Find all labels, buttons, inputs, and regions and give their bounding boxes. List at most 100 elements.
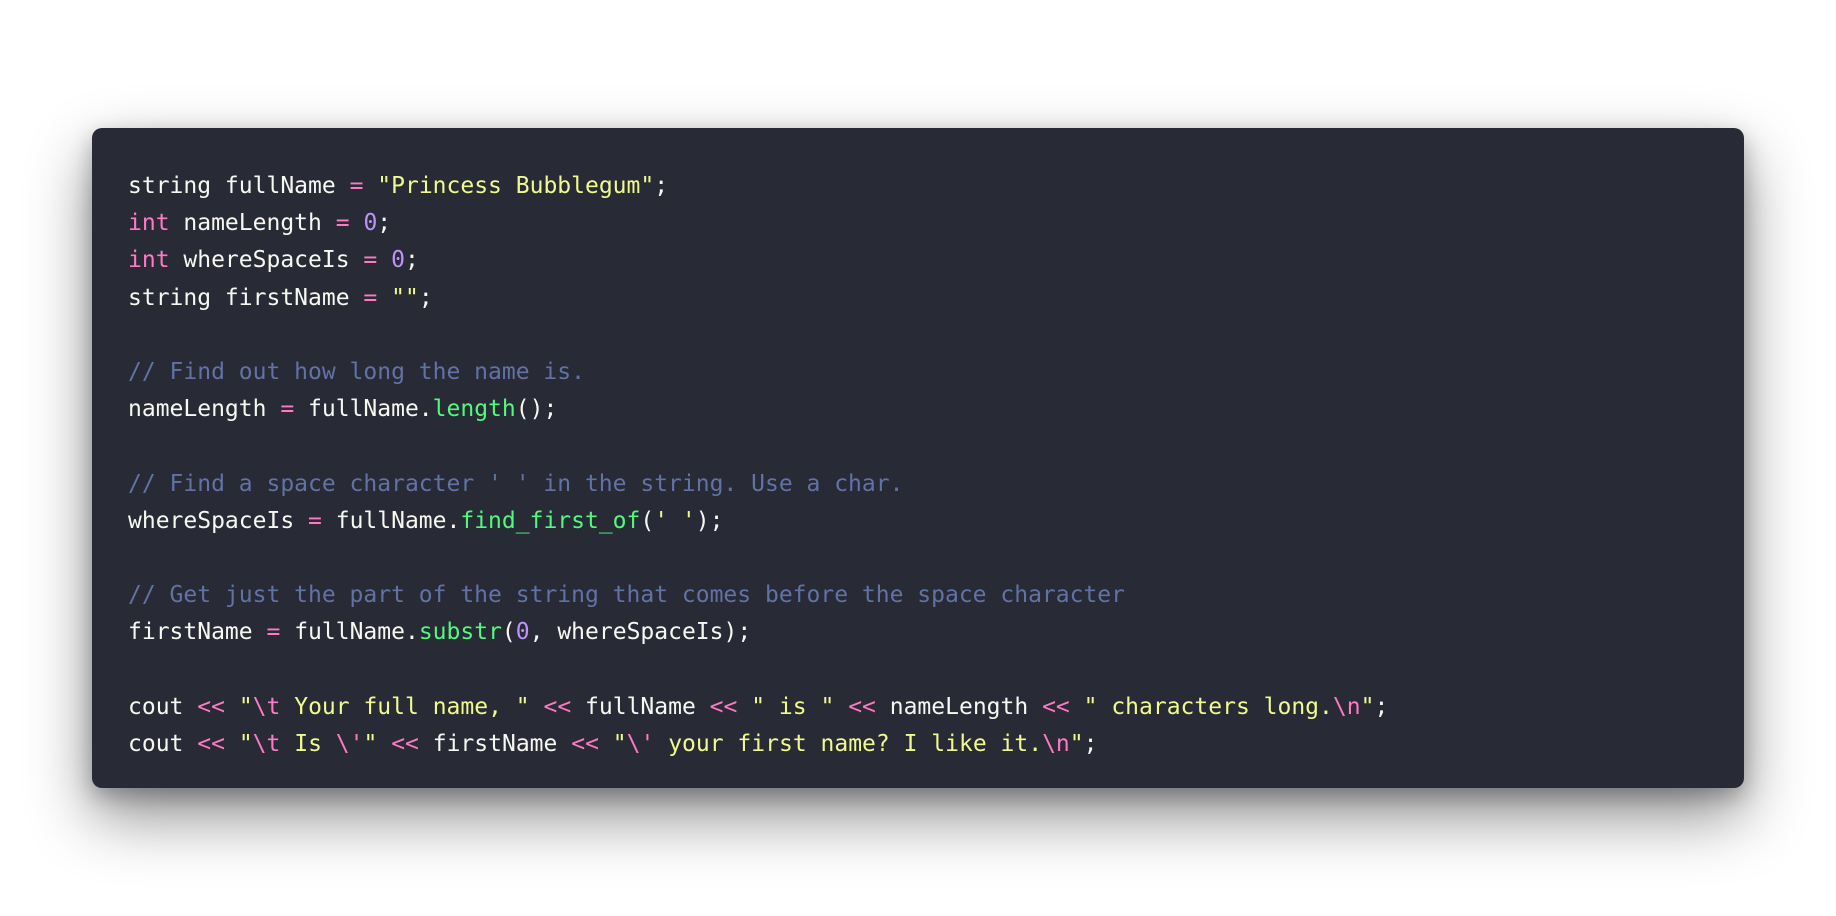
function-name-token: substr <box>418 619 502 646</box>
keyword-token: int <box>128 210 170 237</box>
string-token: " <box>1069 730 1084 757</box>
code-block: string fullName = "Princess Bubblegum"; i… <box>128 168 1708 763</box>
code-line: cout << "\t Is \'" << firstName << "\' y… <box>128 726 1708 763</box>
number-token: 0 <box>515 619 530 646</box>
code-line: int whereSpaceIs = 0; <box>128 242 1708 279</box>
operator-token: = <box>349 173 364 199</box>
code-text: whereSpaceIs <box>128 507 309 534</box>
string-token: " <box>363 730 378 757</box>
escape-sequence-token: \t <box>252 693 281 720</box>
string-token: " characters long. <box>1083 693 1333 720</box>
code-text: cout <box>128 693 198 720</box>
escape-sequence-token: \' <box>335 730 364 757</box>
code-text: ( <box>501 619 516 646</box>
code-line: // Get just the part of the string that … <box>128 577 1708 614</box>
operator-token: << <box>709 693 738 720</box>
comment-text: // Get just the part of the string that … <box>128 582 1125 609</box>
code-text: nameLength <box>169 210 336 237</box>
code-text: ; <box>1083 730 1098 757</box>
blank-code-line <box>128 540 1708 577</box>
code-text: nameLength <box>128 396 281 423</box>
operator-token: = <box>335 210 350 237</box>
operator-token: << <box>848 693 876 720</box>
code-text: , whereSpaceIs); <box>529 619 752 646</box>
blank-code-line <box>128 428 1708 465</box>
code-line: cout << "\t Your full name, " << fullNam… <box>128 689 1708 726</box>
escape-sequence-token: \n <box>1332 693 1361 720</box>
code-text: (); <box>515 396 558 423</box>
code-text: ); <box>695 507 724 534</box>
code-text: fullName. <box>321 507 461 534</box>
code-line: // Find a space character ' ' in the str… <box>128 466 1708 503</box>
code-window: string fullName = "Princess Bubblegum"; i… <box>92 128 1744 788</box>
code-text: cout <box>128 730 198 757</box>
escape-sequence-token: \t <box>252 730 281 757</box>
operator-token: << <box>197 730 225 757</box>
code-text: ; <box>377 210 392 237</box>
string-token: " is " <box>751 693 835 720</box>
code-line: // Find out how long the name is. <box>128 354 1708 391</box>
code-text: whereSpaceIs <box>169 247 364 274</box>
code-text: ; <box>1374 693 1389 720</box>
code-text: ( <box>640 507 655 534</box>
string-token: "" <box>391 284 419 311</box>
operator-token: << <box>571 730 599 757</box>
comment-text: // Find a space character ' ' in the str… <box>128 470 904 497</box>
string-token: your first name? I like it. <box>654 730 1043 757</box>
operator-token: = <box>363 247 378 274</box>
number-token: 0 <box>391 247 405 274</box>
operator-token: = <box>308 507 322 534</box>
function-name-token: length <box>432 396 516 423</box>
escape-sequence-token: \' <box>626 730 655 757</box>
code-line: string fullName = "Princess Bubblegum"; <box>128 168 1708 205</box>
comment-text: // Find out how long the name is. <box>128 358 585 385</box>
code-text: firstName <box>128 619 267 646</box>
code-text: ; <box>418 284 433 311</box>
string-token: " <box>238 693 253 720</box>
blank-code-line <box>128 317 1708 354</box>
string-token: "Princess Bubblegum" <box>377 173 655 199</box>
keyword-token: int <box>128 247 170 274</box>
operator-token: << <box>543 693 572 720</box>
code-text: string firstName <box>128 284 364 311</box>
number-token: 0 <box>363 210 378 237</box>
operator-token: << <box>391 730 419 757</box>
code-text: string fullName <box>128 173 350 199</box>
operator-token: = <box>280 396 295 423</box>
blank-code-line <box>128 651 1708 688</box>
code-text: nameLength <box>875 693 1043 720</box>
code-text: fullName. <box>294 396 433 423</box>
operator-token: = <box>266 619 281 646</box>
escape-sequence-token: \n <box>1042 730 1070 757</box>
code-text: fullName <box>571 693 710 720</box>
string-token: ' ' <box>654 507 696 534</box>
code-text: firstName <box>418 730 572 757</box>
code-line: firstName = fullName.substr(0, whereSpac… <box>128 614 1708 651</box>
code-line: string firstName = ""; <box>128 280 1708 317</box>
operator-token: = <box>363 284 378 311</box>
code-line: nameLength = fullName.length(); <box>128 391 1708 428</box>
function-name-token: find_first_of <box>460 507 641 534</box>
string-token: Your full name, " <box>280 693 530 720</box>
string-token: Is <box>280 730 336 757</box>
code-line: whereSpaceIs = fullName.find_first_of(' … <box>128 503 1708 540</box>
code-text: ; <box>405 247 419 274</box>
code-text: fullName. <box>280 619 419 646</box>
operator-token: << <box>197 693 225 720</box>
string-token: " <box>238 730 253 757</box>
code-line: int nameLength = 0; <box>128 205 1708 242</box>
operator-token: << <box>1042 693 1070 720</box>
code-text: ; <box>654 173 669 199</box>
